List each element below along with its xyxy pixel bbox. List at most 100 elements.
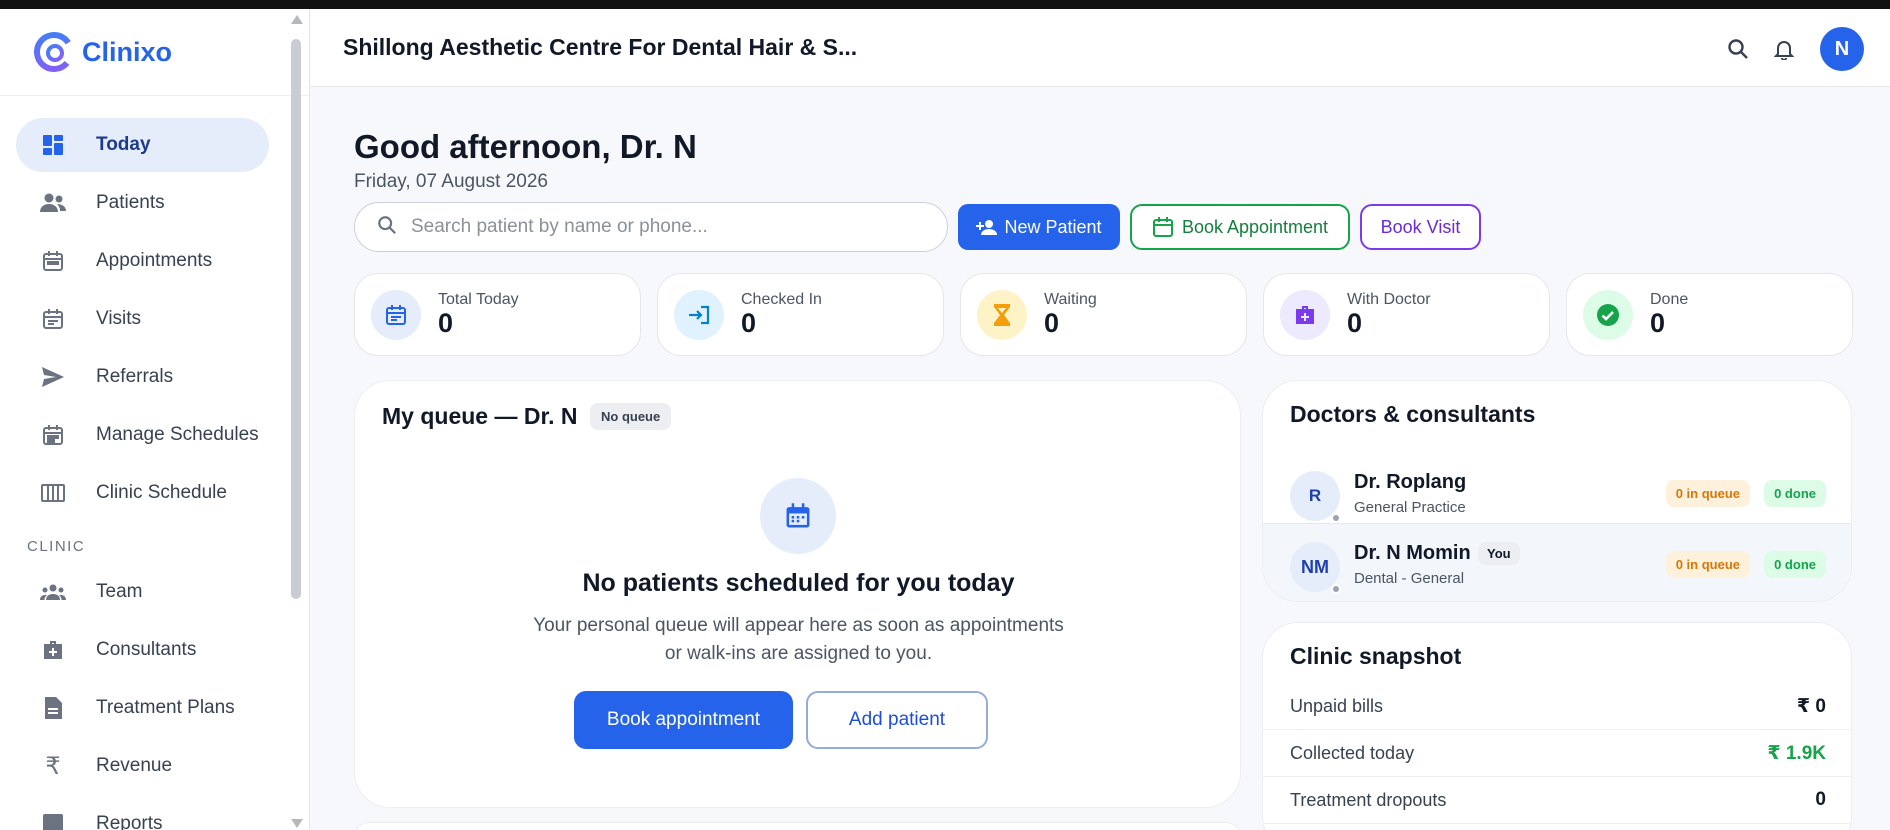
new-patient-label: New Patient [1004, 216, 1102, 237]
my-queue-card: My queue — Dr. N No queue No patients sc… [354, 380, 1241, 808]
scroll-down-arrow[interactable] [291, 819, 303, 828]
snapshot-row-unpaid-bills[interactable]: Unpaid bills ₹ 0 [1263, 683, 1851, 730]
doctors-consultants-card: Doctors & consultants R Dr. Roplang Gene… [1262, 380, 1852, 602]
stat-value: 0 [1650, 308, 1666, 339]
scroll-up-arrow[interactable] [291, 15, 303, 24]
sidebar-item-label: Clinic Schedule [96, 482, 227, 503]
sidebar-item-label: Visits [96, 308, 142, 329]
sidebar-item-referrals[interactable]: Referrals [16, 350, 269, 404]
sidebar-item-label: Today [96, 134, 151, 155]
sidebar-section-clinic: CLINIC [27, 538, 86, 555]
visit-calendar-icon [40, 306, 66, 332]
check-circle-icon [1583, 289, 1633, 340]
snapshot-title: Clinic snapshot [1290, 643, 1462, 669]
hourglass-icon [977, 289, 1027, 340]
login-arrow-icon [674, 289, 724, 340]
page-title: Good afternoon, Dr. N [354, 128, 697, 165]
stat-done: Done 0 [1566, 273, 1853, 356]
rupee-icon: ₹ [45, 752, 61, 780]
sidebar-item-team[interactable]: Team [16, 565, 269, 619]
stat-value: 0 [438, 308, 454, 339]
queue-status-badge: No queue [590, 403, 672, 430]
sidebar-item-visits[interactable]: Visits [16, 292, 269, 346]
people-icon [40, 190, 66, 216]
current-date: Friday, 07 August 2026 [354, 171, 548, 192]
team-icon [40, 579, 66, 605]
snapshot-label: Treatment dropouts [1290, 790, 1447, 810]
clinic-snapshot-card: Clinic snapshot Unpaid bills ₹ 0 Collect… [1262, 622, 1852, 830]
stat-label: With Doctor [1347, 291, 1431, 309]
calendar-icon [1152, 216, 1174, 238]
sidebar-item-label: Referrals [96, 366, 174, 387]
sidebar-item-label: Treatment Plans [96, 697, 235, 718]
doctors-title: Doctors & consultants [1290, 401, 1536, 427]
book-appointment-button[interactable]: Book Appointment [1130, 204, 1350, 250]
queue-count-badge: 0 in queue [1665, 480, 1750, 507]
header-actions: N [1712, 27, 1864, 71]
sidebar-nav: Today Patients Appointments Visits Refer… [0, 96, 309, 830]
columns-icon [40, 480, 66, 506]
search-icon [377, 215, 397, 240]
doctor-name: Dr. Roplang [1354, 471, 1467, 493]
clinic-name[interactable]: Shillong Aesthetic Centre For Dental Hai… [343, 34, 857, 61]
snapshot-row-treatment-dropouts[interactable]: Treatment dropouts 0 [1263, 777, 1851, 824]
stat-total-today: Total Today 0 [354, 273, 641, 356]
window-top-strip [0, 0, 1890, 9]
bell-icon[interactable] [1764, 29, 1804, 69]
book-visit-button[interactable]: Book Visit [1360, 204, 1481, 250]
sidebar-item-revenue[interactable]: ₹ Revenue [16, 739, 269, 793]
sidebar-item-patients[interactable]: Patients [16, 176, 269, 230]
doctor-name: Dr. N Momin [1354, 542, 1471, 564]
clinixo-logo-icon [34, 32, 74, 72]
sidebar-item-clinic-schedule[interactable]: Clinic Schedule [16, 466, 269, 520]
calendar-icon [40, 248, 66, 274]
empty-state-line-2: or walk-ins are assigned to you. [664, 643, 933, 664]
sidebar-item-consultants[interactable]: Consultants [16, 623, 269, 677]
stat-value: 0 [741, 308, 757, 339]
sidebar-item-label: Consultants [96, 639, 197, 660]
snapshot-value: 0 [1815, 789, 1826, 810]
doctor-specialty: Dental - General [1354, 570, 1465, 587]
book-appointment-cta[interactable]: Book appointment [574, 691, 793, 749]
brand[interactable]: Clinixo [0, 9, 309, 96]
sidebar-item-label: Manage Schedules [96, 424, 259, 445]
search-input[interactable] [411, 216, 911, 238]
send-icon [40, 364, 66, 390]
snapshot-row-collected-today[interactable]: Collected today ₹ 1.9K [1263, 730, 1851, 777]
stat-label: Done [1650, 291, 1689, 309]
add-patient-button[interactable]: Add patient [806, 691, 988, 749]
avatar[interactable]: N [1820, 27, 1864, 71]
search-icon[interactable] [1718, 29, 1758, 69]
snapshot-value: ₹ 0 [1796, 696, 1826, 717]
doctor-row[interactable]: NM Dr. N Momin Dental - General You 0 in… [1263, 523, 1851, 601]
snapshot-label: Collected today [1290, 743, 1415, 763]
new-patient-button[interactable]: New Patient [958, 204, 1120, 250]
sidebar-item-label: Reports [96, 813, 163, 830]
doctor-row[interactable]: R Dr. Roplang General Practice 0 in queu… [1263, 453, 1851, 533]
stat-label: Waiting [1044, 291, 1097, 309]
sidebar-item-label: Patients [96, 192, 165, 213]
stat-waiting: Waiting 0 [960, 273, 1247, 356]
stat-value: 0 [1347, 308, 1363, 339]
document-icon [40, 695, 66, 721]
sidebar-scrollbar[interactable] [291, 39, 301, 599]
sidebar-item-appointments[interactable]: Appointments [16, 234, 269, 288]
patient-search[interactable] [354, 202, 948, 252]
done-count-badge: 0 done [1764, 480, 1826, 507]
sidebar-item-today[interactable]: Today [16, 118, 269, 172]
sidebar-item-reports[interactable]: Reports [16, 797, 269, 830]
empty-state-title: No patients scheduled for you today [582, 569, 1015, 597]
schedule-calendar-icon [40, 422, 66, 448]
stat-value: 0 [1044, 308, 1060, 339]
top-header: Shillong Aesthetic Centre For Dental Hai… [311, 9, 1890, 87]
brand-name: Clinixo [82, 36, 173, 67]
done-count-badge: 0 done [1764, 551, 1826, 578]
sidebar-item-treatment-plans[interactable]: Treatment Plans [16, 681, 269, 735]
next-card-partial [354, 822, 1241, 830]
book-appointment-label: Book Appointment [1181, 216, 1329, 237]
sidebar-item-label: Appointments [96, 250, 213, 271]
sidebar-item-manage-schedules[interactable]: Manage Schedules [16, 408, 269, 462]
snapshot-label: Unpaid bills [1290, 696, 1384, 716]
snapshot-value: ₹ 1.9K [1767, 743, 1826, 764]
medical-bag-icon [40, 637, 66, 663]
